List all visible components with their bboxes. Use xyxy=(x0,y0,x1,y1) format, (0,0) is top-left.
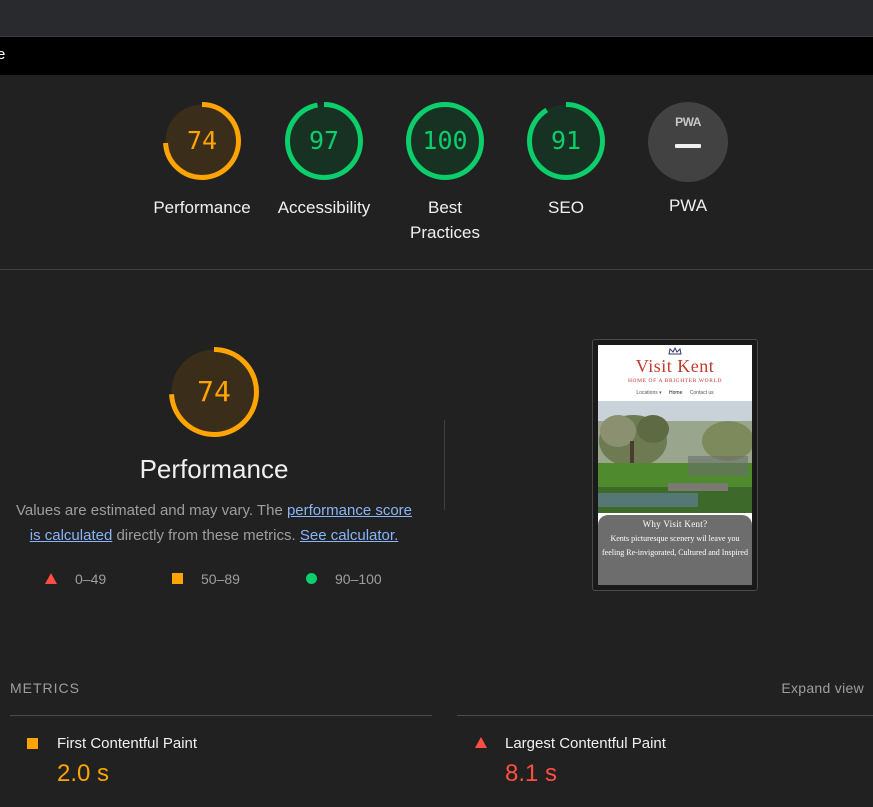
gauge-label: SEO xyxy=(548,198,584,217)
expand-view-button[interactable]: Expand view xyxy=(781,680,864,696)
gauge-score: 100 xyxy=(422,126,468,155)
metric-name: Largest Contentful Paint xyxy=(505,735,666,752)
average-square-icon xyxy=(172,573,183,584)
site-nav-item: Locations ▾ xyxy=(636,390,662,396)
vertical-divider xyxy=(444,420,445,510)
metric-name: First Contentful Paint xyxy=(57,735,198,752)
divider xyxy=(0,269,873,270)
performance-big-gauge: 74 xyxy=(168,346,260,438)
why-visit-body: Kents picturesque scenery wil leave you … xyxy=(602,534,748,557)
browser-top-bar xyxy=(0,0,873,37)
divider xyxy=(457,715,873,716)
site-title: Visit Kent xyxy=(635,356,715,376)
url-text: e xyxy=(0,46,6,63)
gauge-label: Best Practices xyxy=(410,198,480,242)
pwa-dash-icon xyxy=(675,144,701,148)
gauge-best-practices[interactable]: 100 Best Practices xyxy=(405,101,485,242)
performance-description: Values are estimated and may vary. The p… xyxy=(12,498,416,548)
see-calculator-link[interactable]: See calculator. xyxy=(300,527,398,544)
gauge-score: 91 xyxy=(550,126,582,155)
divider xyxy=(10,715,432,716)
average-square-icon xyxy=(27,738,38,749)
url-bar[interactable]: e xyxy=(0,37,873,75)
legend-pass-label: 90–100 xyxy=(335,571,382,587)
performance-title: Performance xyxy=(139,454,289,484)
metric-value: 8.1 s xyxy=(505,760,558,787)
desc-text: directly from these metrics. xyxy=(112,527,300,544)
why-visit-panel: Why Visit Kent? Kents picturesque scener… xyxy=(598,515,752,585)
gauge-performance[interactable]: 74 Performance xyxy=(153,101,251,217)
crown-icon xyxy=(668,347,682,355)
legend-fail-label: 0–49 xyxy=(75,571,107,587)
hero-photo xyxy=(598,401,752,513)
legend-average-label: 50–89 xyxy=(201,571,240,587)
fail-triangle-icon xyxy=(475,737,487,748)
pass-circle-icon xyxy=(306,573,317,584)
pwa-badge-icon: PWA xyxy=(675,115,701,129)
site-tagline: HOME OF A BRIGHTER WORLD xyxy=(627,378,723,384)
gauge-accessibility[interactable]: 97 Accessibility xyxy=(278,101,370,217)
site-nav: Locations ▾ Home Contact us xyxy=(598,390,752,396)
page-screenshot[interactable]: Visit Kent HOME OF A BRIGHTER WORLD Loca… xyxy=(592,339,758,591)
why-visit-title: Why Visit Kent? xyxy=(642,519,708,529)
metrics-heading: METRICS xyxy=(10,680,80,696)
fail-triangle-icon xyxy=(45,573,57,584)
gauge-seo[interactable]: 91 SEO xyxy=(526,101,606,217)
gauge-label: Accessibility xyxy=(277,198,371,217)
metric-value: 2.0 s xyxy=(57,760,110,787)
performance-score: 74 xyxy=(197,375,231,408)
gauge-label-pwa: PWA xyxy=(668,196,708,215)
gauge-label: Performance xyxy=(153,198,251,217)
gauge-score: 74 xyxy=(186,126,218,155)
gauge-pwa[interactable]: PWA xyxy=(648,102,728,182)
screenshot-page: Visit Kent HOME OF A BRIGHTER WORLD Loca… xyxy=(598,345,752,585)
site-nav-item: Contact us xyxy=(689,390,714,396)
site-nav-item: Home xyxy=(669,390,683,396)
gauge-score: 97 xyxy=(308,126,340,155)
desc-text: Values are estimated and may vary. The xyxy=(15,502,287,519)
